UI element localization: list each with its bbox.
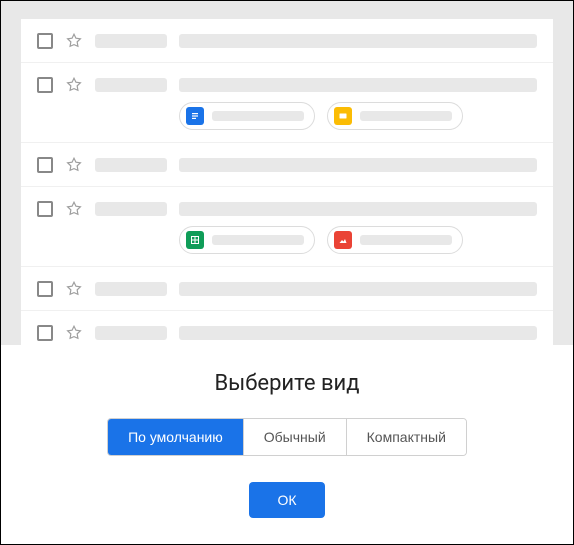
dialog-title: Выберите вид <box>21 371 553 396</box>
attachment-name-placeholder <box>360 111 452 121</box>
density-option-compact[interactable]: Компактный <box>347 419 466 455</box>
sheets-icon <box>186 231 204 249</box>
ok-button[interactable]: ОК <box>249 482 324 518</box>
sender-placeholder <box>95 326 167 340</box>
star-icon <box>65 32 83 50</box>
checkbox-icon <box>37 157 53 173</box>
mail-row <box>21 63 553 143</box>
checkbox-icon <box>37 77 53 93</box>
star-icon <box>65 200 83 218</box>
sender-placeholder <box>95 202 167 216</box>
checkbox-icon <box>37 325 53 341</box>
attachment-chip-slides <box>327 102 463 130</box>
sender-placeholder <box>95 158 167 172</box>
attachment-name-placeholder <box>212 235 304 245</box>
density-option-default[interactable]: По умолчанию <box>108 419 244 455</box>
attachment-name-placeholder <box>360 235 452 245</box>
slides-icon <box>334 107 352 125</box>
checkbox-icon <box>37 281 53 297</box>
subject-placeholder <box>179 78 537 92</box>
subject-column <box>179 199 537 254</box>
checkbox-icon <box>37 33 53 49</box>
checkbox-icon <box>37 201 53 217</box>
mail-row <box>21 311 553 345</box>
subject-column <box>179 31 537 48</box>
image-icon <box>334 231 352 249</box>
star-icon <box>65 76 83 94</box>
mail-list <box>21 19 553 345</box>
mail-row <box>21 143 553 187</box>
star-icon <box>65 156 83 174</box>
attachment-chips <box>179 226 537 254</box>
subject-column <box>179 75 537 130</box>
mail-row <box>21 187 553 267</box>
attachment-chip-doc <box>179 102 315 130</box>
mail-row <box>21 267 553 311</box>
subject-placeholder <box>179 34 537 48</box>
mail-row <box>21 19 553 63</box>
density-option-comfortable[interactable]: Обычный <box>244 419 347 455</box>
star-icon <box>65 280 83 298</box>
subject-placeholder <box>179 158 537 172</box>
density-preview <box>1 1 573 345</box>
attachment-name-placeholder <box>212 111 304 121</box>
density-segmented-control: По умолчанию Обычный Компактный <box>107 418 467 456</box>
attachment-chip-sheets <box>179 226 315 254</box>
subject-column <box>179 279 537 296</box>
sender-placeholder <box>95 282 167 296</box>
sender-placeholder <box>95 78 167 92</box>
density-controls: Выберите вид По умолчанию Обычный Компак… <box>1 345 573 538</box>
sender-placeholder <box>95 34 167 48</box>
subject-placeholder <box>179 282 537 296</box>
subject-placeholder <box>179 326 537 340</box>
doc-icon <box>186 107 204 125</box>
subject-column <box>179 323 537 340</box>
attachment-chips <box>179 102 537 130</box>
star-icon <box>65 324 83 342</box>
subject-placeholder <box>179 202 537 216</box>
attachment-chip-image <box>327 226 463 254</box>
subject-column <box>179 155 537 172</box>
